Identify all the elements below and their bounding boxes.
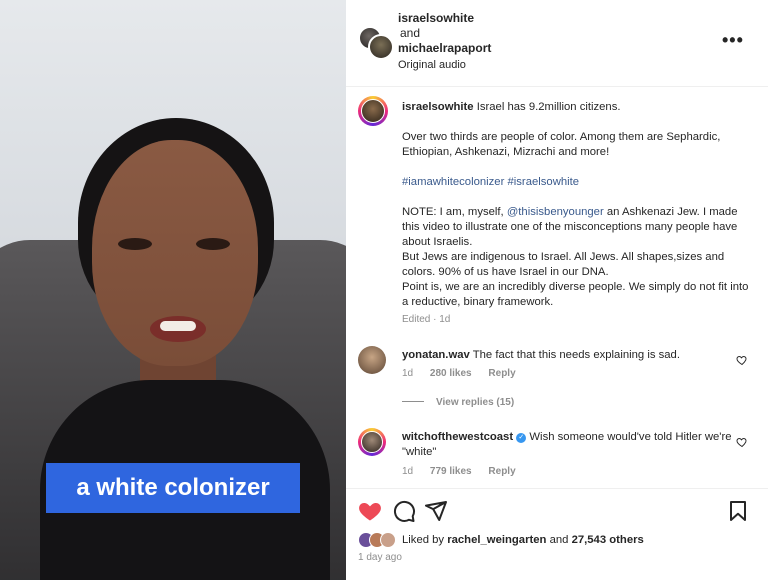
comment-username[interactable]: witchofthewestcoast <box>402 431 513 443</box>
caption-hashtags[interactable]: #iamawhitecolonizer #israelsowhite <box>402 175 756 190</box>
comment-icon[interactable] <box>392 499 416 523</box>
heart-outline-icon[interactable] <box>736 354 748 366</box>
caption-line-point: Point is, we are an incredibly diverse p… <box>402 281 749 308</box>
comment-meta: 1d 280 likes Reply <box>402 368 530 379</box>
likes-prefix: Liked by <box>402 534 445 546</box>
more-options-icon[interactable]: ••• <box>722 30 744 51</box>
reply-button[interactable]: Reply <box>488 368 515 379</box>
comment-text: yonatan.wav The fact that this needs exp… <box>402 348 732 363</box>
avatar[interactable] <box>361 99 385 123</box>
comment-body: The fact that this needs explaining is s… <box>472 349 680 361</box>
video-caption-overlay: a white colonizer <box>46 463 300 513</box>
header-username-2[interactable]: michaelrapaport <box>398 41 491 56</box>
collab-avatars[interactable] <box>358 26 394 60</box>
right-eye <box>196 238 230 250</box>
likes-others[interactable]: 27,543 others <box>572 534 644 546</box>
comment-likes[interactable]: 280 likes <box>430 368 472 379</box>
comment-text: witchofthewestcoast ✓ Wish someone would… <box>402 430 732 460</box>
header-username-1[interactable]: israelsowhite <box>398 11 491 26</box>
caption-text: israelsowhite Israel has 9.2million citi… <box>402 100 756 310</box>
likes-text: Liked by rachel_weingarten and 27,543 ot… <box>402 534 644 546</box>
bookmark-icon[interactable] <box>726 499 750 523</box>
avatar[interactable] <box>361 431 383 453</box>
caption-paragraph-2: Over two thirds are people of color. Amo… <box>402 131 721 158</box>
instagram-post: a white colonizer israelsowhite and mich… <box>0 0 768 580</box>
caption-mention[interactable]: @thisisbenyounger <box>507 206 604 218</box>
share-icon[interactable] <box>424 499 448 523</box>
post-actions: Liked by rachel_weingarten and 27,543 ot… <box>346 488 768 581</box>
avatar <box>380 532 396 548</box>
story-ring-avatar[interactable] <box>358 428 386 456</box>
teeth <box>160 321 196 331</box>
header-usernames: israelsowhite and michaelrapaport Origin… <box>398 11 491 73</box>
avatar[interactable] <box>368 34 394 60</box>
caption-username[interactable]: israelsowhite <box>402 101 474 113</box>
reply-button[interactable]: Reply <box>488 466 515 477</box>
comment-age: 1d <box>402 466 414 477</box>
comment-likes[interactable]: 779 likes <box>430 466 472 477</box>
caption-line-1: Israel has 9.2million citizens. <box>476 101 621 113</box>
left-eye <box>118 238 152 250</box>
story-ring-avatar[interactable] <box>358 96 388 126</box>
divider <box>402 401 424 402</box>
post-date: 1 day ago <box>358 552 402 563</box>
like-heart-icon[interactable] <box>358 499 382 523</box>
heart-outline-icon[interactable] <box>736 436 748 448</box>
view-replies-button[interactable]: View replies (15) <box>402 397 514 408</box>
verified-badge-icon: ✓ <box>516 433 527 443</box>
caption-line-jews: But Jews are indigenous to Israel. All J… <box>402 251 725 278</box>
post-video[interactable]: a white colonizer <box>0 0 346 580</box>
header-and: and <box>400 26 421 40</box>
comment-meta: 1d 779 likes Reply <box>402 466 530 477</box>
comment-username[interactable]: yonatan.wav <box>402 349 470 361</box>
original-audio-link[interactable]: Original audio <box>398 58 491 73</box>
likes-and: and <box>549 534 569 546</box>
liker-username[interactable]: rachel_weingarten <box>447 534 546 546</box>
view-replies-label: View replies (15) <box>436 397 515 408</box>
post-sidebar: israelsowhite and michaelrapaport Origin… <box>346 0 768 580</box>
avatar[interactable] <box>358 346 386 374</box>
post-header: israelsowhite and michaelrapaport Origin… <box>346 0 768 87</box>
caption-note-prefix: NOTE: I am, myself, <box>402 206 504 218</box>
liker-avatars[interactable] <box>358 532 396 548</box>
caption-edited-timestamp: Edited · 1d <box>402 314 451 325</box>
comment-age: 1d <box>402 368 414 379</box>
